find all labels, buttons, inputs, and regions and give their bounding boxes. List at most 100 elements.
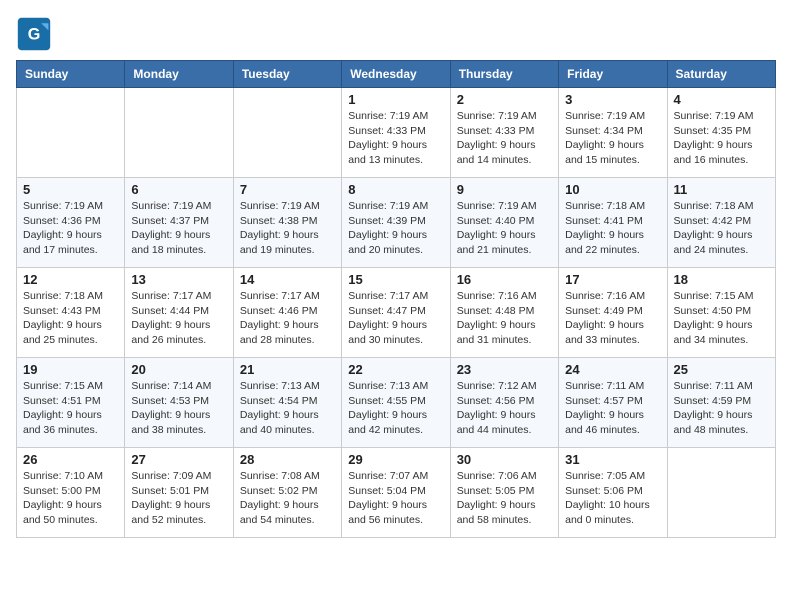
- day-info: Sunrise: 7:13 AM Sunset: 4:54 PM Dayligh…: [240, 379, 335, 438]
- day-info: Sunrise: 7:14 AM Sunset: 4:53 PM Dayligh…: [131, 379, 226, 438]
- page-header: G: [16, 16, 776, 52]
- calendar-cell: [667, 448, 775, 538]
- calendar-cell: 27 Sunrise: 7:09 AM Sunset: 5:01 PM Dayli…: [125, 448, 233, 538]
- day-info: Sunrise: 7:10 AM Sunset: 5:00 PM Dayligh…: [23, 469, 118, 528]
- calendar-week-3: 12 Sunrise: 7:18 AM Sunset: 4:43 PM Dayli…: [17, 268, 776, 358]
- calendar-cell: 1 Sunrise: 7:19 AM Sunset: 4:33 PM Daylig…: [342, 88, 450, 178]
- day-info: Sunrise: 7:19 AM Sunset: 4:36 PM Dayligh…: [23, 199, 118, 258]
- day-info: Sunrise: 7:19 AM Sunset: 4:37 PM Dayligh…: [131, 199, 226, 258]
- calendar-cell: 13Sunrise: 7:17 AM Sunset: 4:44 PM Dayli…: [125, 268, 233, 358]
- day-info: Sunrise: 7:16 AM Sunset: 4:48 PM Dayligh…: [457, 289, 552, 348]
- day-info: Sunrise: 7:11 AM Sunset: 4:57 PM Dayligh…: [565, 379, 660, 438]
- calendar-header-row: SundayMondayTuesdayWednesdayThursdayFrid…: [17, 61, 776, 88]
- day-info: Sunrise: 7:17 AM Sunset: 4:44 PM Dayligh…: [131, 289, 226, 348]
- calendar-cell: 3 Sunrise: 7:19 AM Sunset: 4:34 PM Daylig…: [559, 88, 667, 178]
- day-number: 16: [457, 272, 552, 287]
- day-number: 24: [565, 362, 660, 377]
- day-info: Sunrise: 7:09 AM Sunset: 5:01 PM Dayligh…: [131, 469, 226, 528]
- day-info: Sunrise: 7:08 AM Sunset: 5:02 PM Dayligh…: [240, 469, 335, 528]
- day-number: 21: [240, 362, 335, 377]
- day-info: Sunrise: 7:15 AM Sunset: 4:51 PM Dayligh…: [23, 379, 118, 438]
- calendar-cell: 19 Sunrise: 7:15 AM Sunset: 4:51 PM Dayli…: [17, 358, 125, 448]
- day-info: Sunrise: 7:06 AM Sunset: 5:05 PM Dayligh…: [457, 469, 552, 528]
- calendar-cell: [17, 88, 125, 178]
- calendar-cell: 7 Sunrise: 7:19 AM Sunset: 4:38 PM Daylig…: [233, 178, 341, 268]
- calendar-week-5: 26 Sunrise: 7:10 AM Sunset: 5:00 PM Dayli…: [17, 448, 776, 538]
- day-number: 15: [348, 272, 443, 287]
- calendar-cell: 8 Sunrise: 7:19 AM Sunset: 4:39 PM Daylig…: [342, 178, 450, 268]
- day-number: 9: [457, 182, 552, 197]
- day-number: 26: [23, 452, 118, 467]
- calendar-cell: 22 Sunrise: 7:13 AM Sunset: 4:55 PM Dayli…: [342, 358, 450, 448]
- column-header-wednesday: Wednesday: [342, 61, 450, 88]
- day-number: 22: [348, 362, 443, 377]
- day-info: Sunrise: 7:17 AM Sunset: 4:46 PM Dayligh…: [240, 289, 335, 348]
- day-info: Sunrise: 7:19 AM Sunset: 4:33 PM Dayligh…: [457, 109, 552, 168]
- day-number: 4: [674, 92, 769, 107]
- day-info: Sunrise: 7:19 AM Sunset: 4:40 PM Dayligh…: [457, 199, 552, 258]
- column-header-monday: Monday: [125, 61, 233, 88]
- day-info: Sunrise: 7:11 AM Sunset: 4:59 PM Dayligh…: [674, 379, 769, 438]
- day-number: 2: [457, 92, 552, 107]
- day-number: 11: [674, 182, 769, 197]
- day-info: Sunrise: 7:18 AM Sunset: 4:42 PM Dayligh…: [674, 199, 769, 258]
- calendar-table: SundayMondayTuesdayWednesdayThursdayFrid…: [16, 60, 776, 538]
- day-number: 17: [565, 272, 660, 287]
- column-header-thursday: Thursday: [450, 61, 558, 88]
- day-number: 8: [348, 182, 443, 197]
- day-info: Sunrise: 7:19 AM Sunset: 4:34 PM Dayligh…: [565, 109, 660, 168]
- column-header-saturday: Saturday: [667, 61, 775, 88]
- calendar-cell: 24 Sunrise: 7:11 AM Sunset: 4:57 PM Dayli…: [559, 358, 667, 448]
- day-number: 10: [565, 182, 660, 197]
- day-info: Sunrise: 7:19 AM Sunset: 4:39 PM Dayligh…: [348, 199, 443, 258]
- calendar-week-1: 1 Sunrise: 7:19 AM Sunset: 4:33 PM Daylig…: [17, 88, 776, 178]
- day-number: 28: [240, 452, 335, 467]
- logo-icon: G: [16, 16, 52, 52]
- calendar-cell: 10 Sunrise: 7:18 AM Sunset: 4:41 PM Dayli…: [559, 178, 667, 268]
- calendar-cell: 6 Sunrise: 7:19 AM Sunset: 4:37 PM Daylig…: [125, 178, 233, 268]
- day-number: 25: [674, 362, 769, 377]
- day-info: Sunrise: 7:19 AM Sunset: 4:35 PM Dayligh…: [674, 109, 769, 168]
- calendar-cell: 5 Sunrise: 7:19 AM Sunset: 4:36 PM Daylig…: [17, 178, 125, 268]
- calendar-cell: 12 Sunrise: 7:18 AM Sunset: 4:43 PM Dayli…: [17, 268, 125, 358]
- day-number: 27: [131, 452, 226, 467]
- calendar-week-4: 19 Sunrise: 7:15 AM Sunset: 4:51 PM Dayli…: [17, 358, 776, 448]
- day-number: 7: [240, 182, 335, 197]
- day-number: 29: [348, 452, 443, 467]
- calendar-cell: 29Sunrise: 7:07 AM Sunset: 5:04 PM Dayli…: [342, 448, 450, 538]
- day-info: Sunrise: 7:15 AM Sunset: 4:50 PM Dayligh…: [674, 289, 769, 348]
- svg-text:G: G: [28, 25, 41, 43]
- calendar-week-2: 5 Sunrise: 7:19 AM Sunset: 4:36 PM Daylig…: [17, 178, 776, 268]
- column-header-sunday: Sunday: [17, 61, 125, 88]
- calendar-cell: 9 Sunrise: 7:19 AM Sunset: 4:40 PM Daylig…: [450, 178, 558, 268]
- calendar-cell: 23Sunrise: 7:12 AM Sunset: 4:56 PM Dayli…: [450, 358, 558, 448]
- day-number: 12: [23, 272, 118, 287]
- day-number: 20: [131, 362, 226, 377]
- day-info: Sunrise: 7:19 AM Sunset: 4:33 PM Dayligh…: [348, 109, 443, 168]
- day-number: 19: [23, 362, 118, 377]
- day-info: Sunrise: 7:13 AM Sunset: 4:55 PM Dayligh…: [348, 379, 443, 438]
- logo: G: [16, 16, 56, 52]
- day-info: Sunrise: 7:16 AM Sunset: 4:49 PM Dayligh…: [565, 289, 660, 348]
- calendar-cell: 28 Sunrise: 7:08 AM Sunset: 5:02 PM Dayli…: [233, 448, 341, 538]
- calendar-cell: 26 Sunrise: 7:10 AM Sunset: 5:00 PM Dayli…: [17, 448, 125, 538]
- day-number: 6: [131, 182, 226, 197]
- calendar-cell: 14Sunrise: 7:17 AM Sunset: 4:46 PM Dayli…: [233, 268, 341, 358]
- day-info: Sunrise: 7:18 AM Sunset: 4:43 PM Dayligh…: [23, 289, 118, 348]
- day-number: 5: [23, 182, 118, 197]
- calendar-cell: 2 Sunrise: 7:19 AM Sunset: 4:33 PM Daylig…: [450, 88, 558, 178]
- day-number: 18: [674, 272, 769, 287]
- column-header-friday: Friday: [559, 61, 667, 88]
- day-info: Sunrise: 7:18 AM Sunset: 4:41 PM Dayligh…: [565, 199, 660, 258]
- calendar-cell: [125, 88, 233, 178]
- day-number: 23: [457, 362, 552, 377]
- day-number: 1: [348, 92, 443, 107]
- calendar-cell: 4 Sunrise: 7:19 AM Sunset: 4:35 PM Daylig…: [667, 88, 775, 178]
- calendar-cell: 17 Sunrise: 7:16 AM Sunset: 4:49 PM Dayli…: [559, 268, 667, 358]
- calendar-cell: 20 Sunrise: 7:14 AM Sunset: 4:53 PM Dayli…: [125, 358, 233, 448]
- day-number: 3: [565, 92, 660, 107]
- day-info: Sunrise: 7:19 AM Sunset: 4:38 PM Dayligh…: [240, 199, 335, 258]
- day-info: Sunrise: 7:17 AM Sunset: 4:47 PM Dayligh…: [348, 289, 443, 348]
- calendar-cell: 21 Sunrise: 7:13 AM Sunset: 4:54 PM Dayli…: [233, 358, 341, 448]
- calendar-cell: [233, 88, 341, 178]
